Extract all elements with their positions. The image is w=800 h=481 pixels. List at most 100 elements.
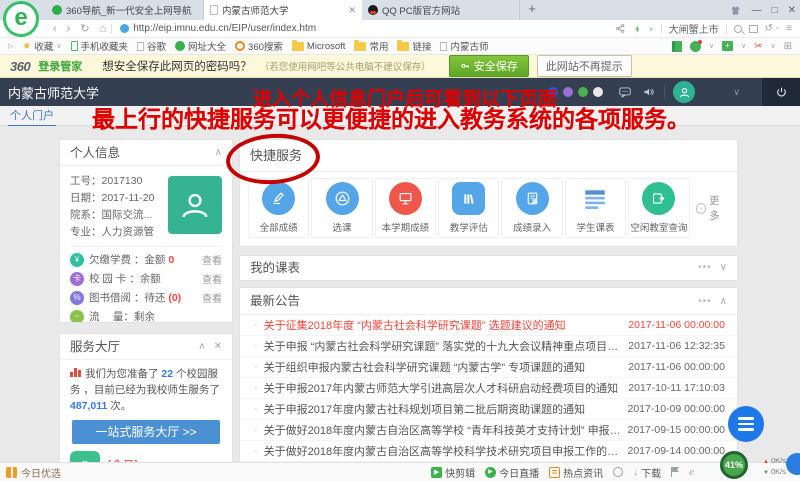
announcement-row[interactable]: 关于组织申报内蒙古社会科学研究课题 “内蒙古学” 专项课题的通知2017-11-… [240, 357, 737, 378]
school-name: 内蒙古师范大学 [8, 83, 99, 102]
briefcase-icon[interactable] [70, 451, 100, 462]
bookmark-google[interactable]: 谷歌 [137, 39, 166, 53]
tab-qq[interactable]: QQ PC版官方网站 [362, 0, 520, 20]
quick-clip-tool[interactable]: ▶快剪辑 [431, 465, 475, 480]
collapse-icon[interactable]: ∧ [215, 140, 222, 166]
forward-button[interactable]: › [67, 23, 71, 35]
dismiss-password-button[interactable]: 此网站不再提示 [537, 55, 632, 77]
screenshot-icon[interactable] [749, 25, 758, 33]
message-icon[interactable] [617, 85, 633, 99]
bookmark-folder-links[interactable]: 链接 [397, 39, 431, 53]
service-hall-panel: 服务大厅 ∧ ✕ 我们为您准备了 22 个校园服务 ，目前已经为我校师生服务了 … [60, 334, 232, 462]
announcement-row[interactable]: 关于做好2018年度内蒙古自治区高等学校 “青年科技英才支持计划” 申报工作的通… [240, 420, 737, 441]
service-term-grades[interactable]: 本学期成绩 [375, 178, 436, 238]
browser-logo-icon[interactable]: e [3, 1, 39, 37]
logout-button[interactable] [762, 78, 800, 106]
daily-picks-link[interactable]: 今日优选 [6, 465, 61, 480]
chevron-down-icon[interactable]: ∨ [649, 25, 654, 33]
collapse-sidebar-icon[interactable]: ▷ [8, 42, 13, 50]
promo-link[interactable]: 大闸蟹上市 [669, 21, 719, 36]
hot-news-tool[interactable]: 热点资讯 [549, 465, 603, 480]
network-percent-badge[interactable]: 41% [720, 451, 748, 479]
extensions-icon[interactable]: + [722, 41, 733, 51]
save-password-button[interactable]: 安全保存 [449, 55, 529, 77]
favorites-menu[interactable]: ★收藏∨ [22, 39, 61, 53]
360-nav-icon [175, 41, 185, 51]
tab-imnu[interactable]: 内蒙古师范大学 ✕ [204, 0, 362, 20]
collapse-icon[interactable]: ∧ [198, 334, 205, 360]
new-tab-button[interactable]: + [520, 0, 544, 20]
status-dot-green [578, 87, 588, 97]
view-link[interactable]: 查看 [202, 252, 222, 267]
more-services-link[interactable]: › 更多 [696, 193, 730, 223]
password-question: 想安全保存此网页的密码吗？ [102, 58, 252, 74]
service-student-timetable[interactable]: 学生课表 [565, 178, 626, 238]
flag-icon[interactable] [671, 467, 679, 477]
bookmark-phone-favorites[interactable]: 手机收藏夹 [71, 39, 129, 53]
bookmarks-bar: ▷ ★收藏∨ 手机收藏夹 谷歌 网址大全 360搜索 Microsoft 常用 … [0, 38, 800, 55]
power-icon [775, 86, 788, 99]
back-button[interactable]: ‹ [53, 23, 57, 35]
close-icon[interactable]: ✕ [214, 334, 222, 360]
library-icon: % [70, 291, 84, 305]
history-icon[interactable]: ↺ - [765, 23, 780, 34]
clip-icon[interactable]: ✂ [754, 41, 762, 52]
announcement-row[interactable]: 关于申报 “内蒙古社会科学研究课题” 落实党的十九大会议精神重点项目的通知201… [240, 336, 737, 357]
home-button[interactable]: ⌂ [100, 23, 107, 35]
browser-window: e 360导航_新一代安全上网导航 内蒙古师范大学 ✕ QQ PC版官方网站 +… [0, 0, 800, 481]
one-stop-hall-button[interactable]: 一站式服务大厅 >> [72, 420, 220, 444]
tab-favicon-360-icon [52, 5, 62, 15]
bookmark-folder-microsoft[interactable]: Microsoft [292, 41, 346, 52]
compat-mode-icon[interactable]: e [689, 466, 694, 478]
bookmark-imnu[interactable]: 内蒙古师 [440, 39, 488, 53]
view-link[interactable]: 查看 [202, 271, 222, 286]
share-icon[interactable] [615, 23, 626, 34]
live-today-tool[interactable]: ▶今日直播 [485, 465, 539, 480]
reading-list-icon[interactable] [672, 41, 682, 52]
page-icon [137, 42, 144, 51]
announcement-row[interactable]: 关于申报2017年内蒙古师范大学引进高层次人才科研启动经费项目的通知2017-1… [240, 378, 737, 399]
tab-360-nav[interactable]: 360导航_新一代安全上网导航 [46, 0, 204, 20]
bookmark-folder-common[interactable]: 常用 [354, 39, 388, 53]
folder-icon [292, 42, 304, 51]
speed-boost-icon[interactable] [633, 23, 642, 35]
expand-icon[interactable]: ∨ [720, 256, 727, 280]
campus-card-row: 卡 校 园 卡 ：余额 查看 [70, 269, 222, 288]
more-options-icon[interactable]: ••• [698, 256, 712, 280]
speaker-icon[interactable] [641, 85, 656, 99]
close-button[interactable]: ✕ [788, 5, 796, 16]
bookmark-360-nav[interactable]: 网址大全 [175, 39, 226, 53]
collapse-icon[interactable]: ∧ [720, 288, 727, 315]
url-field[interactable]: http://eip.imnu.edu.cn/EIP/user/index.ht… [120, 23, 316, 34]
service-course-select[interactable]: 选课 [311, 178, 372, 238]
more-options-icon[interactable]: ••• [698, 288, 712, 315]
data-traffic-row: ~ 流 量：剩余 [70, 307, 222, 322]
chevron-down-icon[interactable]: ∨ [733, 87, 740, 98]
download-manager[interactable]: ↓下载 [633, 465, 661, 480]
announcement-row[interactable]: 关于申报2017年度内蒙古社科规划项目第二批后期资助课题的通知2017-10-0… [240, 399, 737, 420]
skin-icon[interactable] [729, 5, 742, 16]
floating-menu-button[interactable] [728, 406, 764, 442]
tab-personal-portal[interactable]: 个人门户 [8, 107, 56, 127]
service-all-grades[interactable]: 全部成绩 [248, 178, 309, 238]
announcement-row[interactable]: 关于做好2018年度内蒙古自治区高等学校科学技术研究项目申报工作的通知2017-… [240, 441, 737, 462]
search-icon[interactable] [734, 25, 742, 33]
minimize-button[interactable]: — [752, 5, 762, 16]
service-grade-entry[interactable]: 成绩录入 [501, 178, 562, 238]
apps-grid-icon[interactable]: ⊞ [784, 41, 792, 52]
folder-icon [354, 42, 366, 51]
library-row: % 图书借阅 ：待还 (0) 查看 [70, 288, 222, 307]
maximize-button[interactable]: □ [772, 5, 778, 16]
clock-icon[interactable] [613, 467, 623, 477]
announcement-row[interactable]: 关于征集2018年度 “内蒙古社会科学研究课题” 选题建议的通知2017-11-… [240, 315, 737, 336]
service-teaching-eval[interactable]: 教学评估 [438, 178, 499, 238]
menu-icon[interactable]: ≡ [786, 23, 792, 34]
service-empty-classroom[interactable]: 空闲教室查询 [628, 178, 689, 238]
tab-close-icon[interactable]: ✕ [348, 5, 356, 16]
refresh-button[interactable]: ↻ [80, 22, 89, 35]
personal-info-title: 个人信息 [70, 140, 120, 166]
view-link[interactable]: 查看 [202, 290, 222, 305]
games-icon[interactable] [690, 41, 701, 52]
bookmark-360-search[interactable]: 360搜索 [235, 39, 283, 53]
folder-icon [397, 42, 409, 51]
